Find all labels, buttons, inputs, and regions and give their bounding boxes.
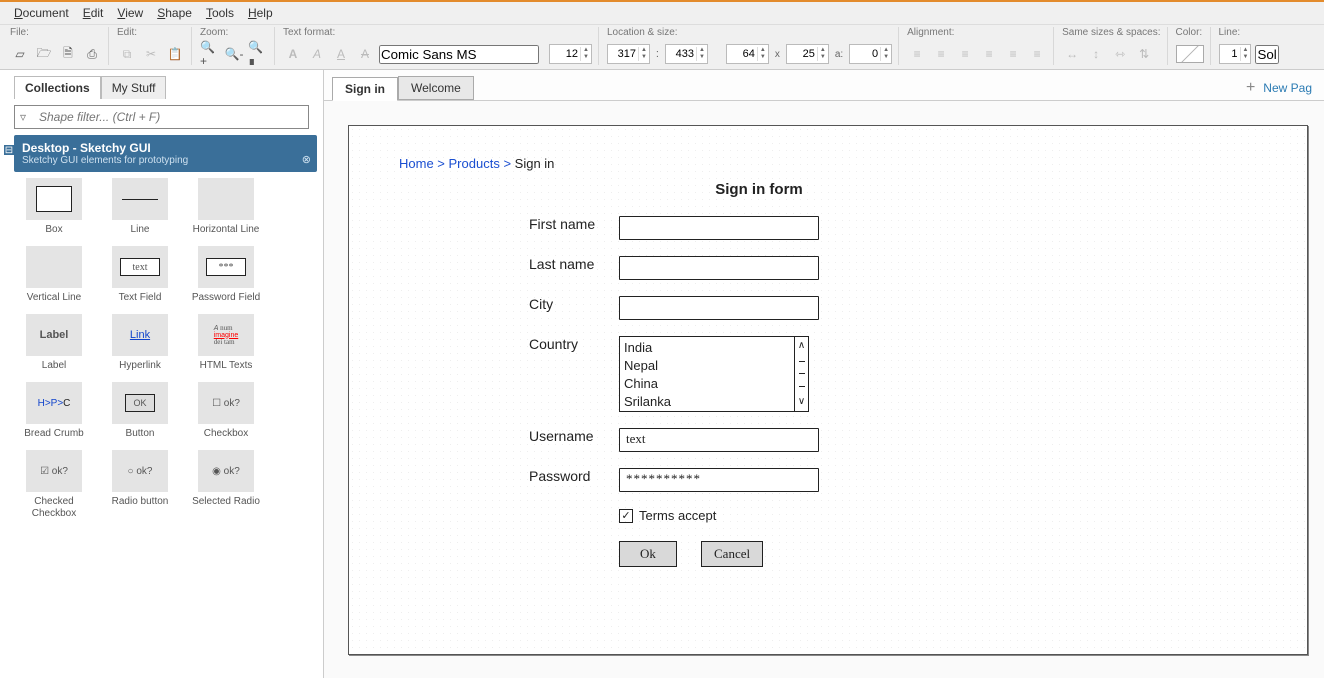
shape-selected-radio[interactable]: ◉ ok?Selected Radio bbox=[186, 450, 266, 520]
menu-tools[interactable]: Tools bbox=[200, 4, 240, 22]
menu-help[interactable]: Help bbox=[242, 4, 279, 22]
cancel-button[interactable]: Cancel bbox=[701, 541, 763, 567]
paste-icon[interactable]: 📋 bbox=[165, 44, 185, 64]
same-w-icon[interactable]: ↔ bbox=[1062, 44, 1082, 64]
bold-icon[interactable]: A bbox=[283, 44, 303, 64]
save-file-icon[interactable]: 🗎 bbox=[58, 44, 78, 64]
copy-icon[interactable]: ⧉ bbox=[117, 44, 137, 64]
shape-label[interactable]: LabelLabel bbox=[14, 314, 94, 372]
shape-radio-button[interactable]: ○ ok?Radio button bbox=[100, 450, 180, 520]
line-style-combo[interactable] bbox=[1255, 45, 1279, 64]
dist-v-icon[interactable]: ⇅ bbox=[1134, 44, 1154, 64]
h-spinner[interactable]: ▲▼ bbox=[786, 44, 829, 64]
a-spinner[interactable]: ▲▼ bbox=[849, 44, 892, 64]
font-size-spinner[interactable]: ▲▼ bbox=[549, 44, 592, 64]
w-spinner[interactable]: ▲▼ bbox=[726, 44, 769, 64]
align-bottom-icon[interactable]: ≡ bbox=[1027, 44, 1047, 64]
label-city: City bbox=[399, 296, 619, 312]
shape-line[interactable]: Line bbox=[100, 178, 180, 236]
edit-group-label: Edit: bbox=[117, 27, 185, 41]
label-country: Country bbox=[399, 336, 619, 352]
shape-box[interactable]: Box bbox=[14, 178, 94, 236]
shape-hyperlink[interactable]: LinkHyperlink bbox=[100, 314, 180, 372]
new-page-link[interactable]: New Pag bbox=[1263, 81, 1316, 95]
input-city[interactable] bbox=[619, 296, 819, 320]
input-first[interactable] bbox=[619, 216, 819, 240]
canvas-page[interactable]: Home > Products > Sign in Sign in form F… bbox=[348, 125, 1308, 655]
input-username[interactable]: text bbox=[619, 428, 819, 452]
label-username: Username bbox=[399, 428, 619, 444]
label-first: First name bbox=[399, 216, 619, 232]
shape-html-texts[interactable]: A numimaginedei tamHTML Texts bbox=[186, 314, 266, 372]
line-width-spinner[interactable]: ▲▼ bbox=[1219, 44, 1252, 64]
input-last[interactable] bbox=[619, 256, 819, 280]
shape-filter-input[interactable] bbox=[14, 105, 309, 129]
zoom-fit-icon[interactable]: 🔍∎ bbox=[248, 44, 268, 64]
tab-sign-in[interactable]: Sign in bbox=[332, 77, 398, 101]
shape-button[interactable]: OKButton bbox=[100, 382, 180, 440]
align-group-label: Alignment: bbox=[907, 27, 1047, 41]
color-group-label: Color: bbox=[1176, 27, 1204, 41]
open-file-icon[interactable]: 🗁 bbox=[34, 44, 54, 64]
align-left-icon[interactable]: ≡ bbox=[907, 44, 927, 64]
align-center-icon[interactable]: ≡ bbox=[931, 44, 951, 64]
shape-password-field[interactable]: ***Password Field bbox=[186, 246, 266, 304]
same-group-label: Same sizes & spaces: bbox=[1062, 27, 1160, 41]
zoom-out-icon[interactable]: 🔍- bbox=[224, 44, 244, 64]
italic-icon[interactable]: A bbox=[307, 44, 327, 64]
print-icon[interactable]: ⎙ bbox=[82, 44, 102, 64]
tab-welcome[interactable]: Welcome bbox=[398, 76, 474, 100]
label-password: Password bbox=[399, 468, 619, 484]
add-page-icon[interactable]: + bbox=[1246, 79, 1255, 97]
shape-text-field[interactable]: textText Field bbox=[100, 246, 180, 304]
menu-shape[interactable]: Shape bbox=[151, 4, 198, 22]
label-terms: Terms accept bbox=[639, 508, 716, 523]
shape-bread-crumb[interactable]: H>P>CBread Crumb bbox=[14, 382, 94, 440]
y-spinner[interactable]: ▲▼ bbox=[665, 44, 708, 64]
shape-checkbox[interactable]: ☐ ok?Checkbox bbox=[186, 382, 266, 440]
tab-my-stuff[interactable]: My Stuff bbox=[101, 76, 167, 99]
shape-panel: Collections My Stuff ▿ ⊟ Desktop - Sketc… bbox=[0, 70, 324, 678]
dist-h-icon[interactable]: ⇿ bbox=[1110, 44, 1130, 64]
same-h-icon[interactable]: ↕ bbox=[1086, 44, 1106, 64]
loc-group-label: Location & size: bbox=[607, 27, 892, 41]
zoom-group-label: Zoom: bbox=[200, 27, 268, 41]
align-middle-icon[interactable]: ≡ bbox=[1003, 44, 1023, 64]
new-file-icon[interactable]: ▱ bbox=[10, 44, 30, 64]
ok-button[interactable]: Ok bbox=[619, 541, 677, 567]
category-header[interactable]: ⊟ Desktop - Sketchy GUI Sketchy GUI elem… bbox=[14, 135, 317, 172]
breadcrumb[interactable]: Home > Products > Sign in bbox=[399, 156, 1257, 171]
line-group-label: Line: bbox=[1219, 27, 1280, 41]
file-group-label: File: bbox=[10, 27, 102, 41]
close-icon[interactable]: ⊗ bbox=[302, 153, 311, 166]
strike-icon[interactable]: A bbox=[355, 44, 375, 64]
label-last: Last name bbox=[399, 256, 619, 272]
toolbar: File: ▱ 🗁 🗎 ⎙ Edit: ⧉ ✂ 📋 Zoom: 🔍+ 🔍- 🔍∎… bbox=[0, 25, 1324, 70]
list-country[interactable]: India Nepal China Srilanka ∧∨ bbox=[619, 336, 809, 412]
shape-vertical-line[interactable]: Vertical Line bbox=[14, 246, 94, 304]
underline-icon[interactable]: A bbox=[331, 44, 351, 64]
tab-collections[interactable]: Collections bbox=[14, 76, 101, 99]
form-title: Sign in form bbox=[659, 181, 859, 198]
shape-checked-checkbox[interactable]: ☑ ok?Checked Checkbox bbox=[14, 450, 94, 520]
zoom-in-icon[interactable]: 🔍+ bbox=[200, 44, 220, 64]
x-spinner[interactable]: ▲▼ bbox=[607, 44, 650, 64]
collapse-icon[interactable]: ⊟ bbox=[4, 145, 14, 155]
menu-view[interactable]: View bbox=[111, 4, 149, 22]
font-combo[interactable] bbox=[379, 45, 539, 64]
scrollbar[interactable]: ∧∨ bbox=[794, 337, 808, 411]
fill-color[interactable] bbox=[1176, 45, 1204, 63]
menu-document[interactable]: Document bbox=[8, 4, 75, 22]
input-password[interactable]: ********** bbox=[619, 468, 819, 492]
align-top-icon[interactable]: ≡ bbox=[979, 44, 999, 64]
checkbox-terms[interactable]: ✓ bbox=[619, 509, 633, 523]
align-right-icon[interactable]: ≡ bbox=[955, 44, 975, 64]
filter-icon: ▿ bbox=[20, 110, 26, 124]
shape-horizontal-line[interactable]: Horizontal Line bbox=[186, 178, 266, 236]
menubar: Document Edit View Shape Tools Help bbox=[0, 2, 1324, 25]
text-group-label: Text format: bbox=[283, 27, 592, 41]
doc-tabs: Sign in Welcome + New Pag bbox=[324, 70, 1324, 101]
menu-edit[interactable]: Edit bbox=[77, 4, 110, 22]
cut-icon[interactable]: ✂ bbox=[141, 44, 161, 64]
